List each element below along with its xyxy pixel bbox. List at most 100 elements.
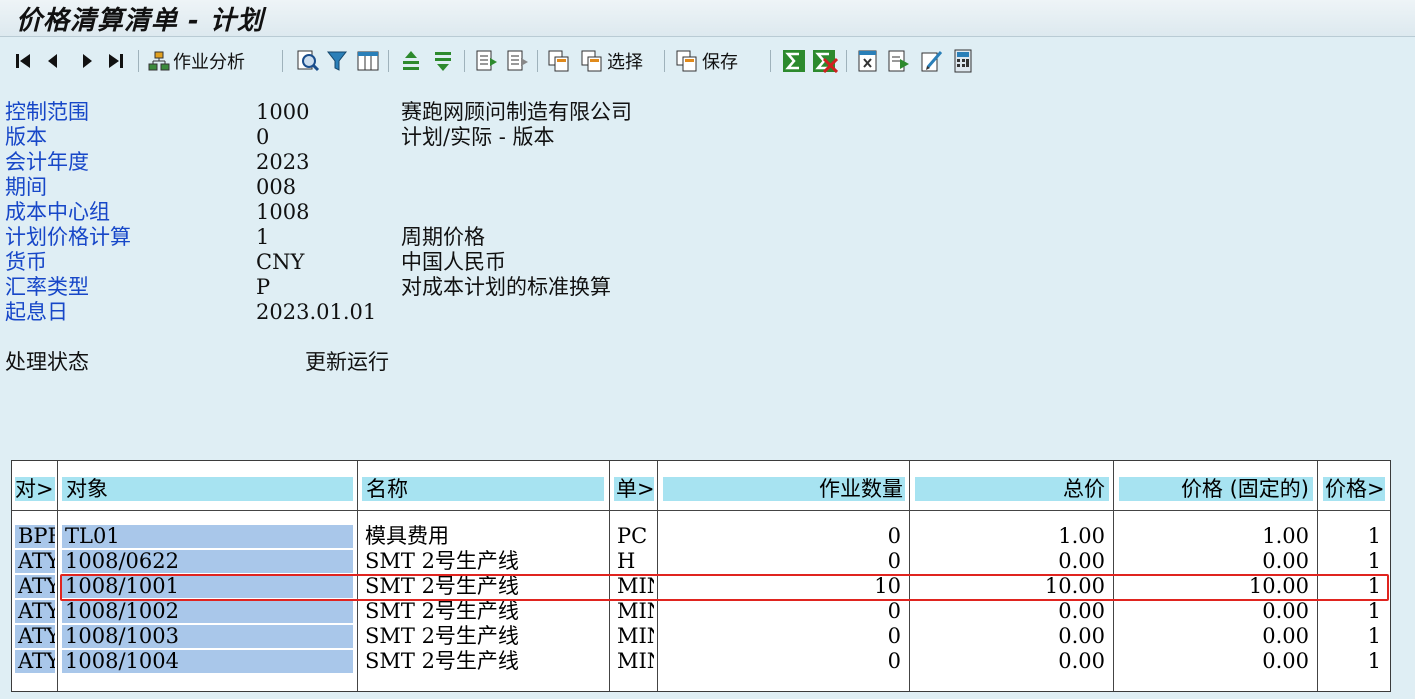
save-icon: [676, 50, 697, 72]
title-bar: 价格清算清单 - 计划: [0, 0, 1415, 37]
select-button[interactable]: 选择: [580, 49, 643, 73]
cell-price-unit[interactable]: 1: [1323, 650, 1385, 673]
cell-unit[interactable]: MIN: [614, 600, 654, 623]
header-divider: [12, 510, 1390, 511]
find-icon[interactable]: [296, 49, 320, 73]
cell-activity-quantity[interactable]: 0: [663, 550, 905, 573]
last-page-icon[interactable]: [107, 49, 125, 73]
cell-unit[interactable]: PC: [614, 525, 654, 548]
highlighted-row-frame: [60, 574, 1389, 601]
plan-price-calc-label: 计划价格计算: [5, 225, 131, 249]
sort-ascending-icon[interactable]: [400, 49, 422, 73]
exchange-rate-type-value: P: [256, 275, 271, 299]
toolbar-separator: [664, 50, 665, 72]
subtotal-icon[interactable]: [812, 49, 838, 73]
cell-fixed-price[interactable]: 0.00: [1119, 550, 1313, 573]
cell-fixed-price[interactable]: 0.00: [1119, 625, 1313, 648]
toolbar-separator: [537, 50, 538, 72]
cell-name[interactable]: SMT 2号生产线: [362, 600, 604, 623]
cell-name[interactable]: SMT 2号生产线: [362, 550, 604, 573]
expand-icon[interactable]: [474, 49, 498, 73]
cell-price-unit[interactable]: 1: [1323, 600, 1385, 623]
copy-icon[interactable]: [547, 49, 571, 73]
cell-object-type[interactable]: ATY: [15, 600, 55, 623]
column-layout-icon[interactable]: [356, 49, 380, 73]
cell-price-unit[interactable]: 1: [1323, 550, 1385, 573]
cell-unit[interactable]: MIN: [614, 650, 654, 673]
processing-status-value: 更新运行: [305, 350, 389, 374]
first-page-icon[interactable]: [14, 49, 32, 73]
filter-icon[interactable]: [326, 49, 348, 73]
cell-activity-quantity[interactable]: 0: [663, 525, 905, 548]
column-header-total-price[interactable]: 总价: [915, 477, 1109, 501]
plan-price-calc-desc: 周期价格: [401, 225, 485, 249]
cell-name[interactable]: 模具费用: [362, 525, 604, 548]
currency-desc: 中国人民币: [401, 250, 506, 274]
calculator-icon[interactable]: [952, 49, 974, 73]
edit-icon[interactable]: [920, 49, 944, 73]
plan-price-calc-value: 1: [256, 225, 270, 249]
toolbar-separator: [846, 50, 847, 72]
controlling-area-value: 1000: [256, 100, 310, 124]
previous-page-icon[interactable]: [46, 49, 60, 73]
period-value: 008: [256, 175, 297, 199]
cell-total-price[interactable]: 0.00: [915, 550, 1109, 573]
column-header-fixed-price[interactable]: 价格 (固定的): [1119, 477, 1313, 501]
cell-object[interactable]: 1008/1004: [62, 650, 353, 673]
results-grid: 对> 对象 名称 单> 作业数量 总价 价格 (固定的) 价格> BPR TL01…: [11, 460, 1391, 692]
cell-total-price[interactable]: 0.00: [915, 600, 1109, 623]
exchange-rate-type-label: 汇率类型: [5, 275, 89, 299]
cell-object-type[interactable]: ATY: [15, 625, 55, 648]
cell-object-type[interactable]: ATY: [15, 550, 55, 573]
select-icon: [581, 50, 602, 72]
column-header-name[interactable]: 名称: [362, 477, 604, 501]
cell-object-type[interactable]: ATY: [15, 575, 55, 598]
column-header-object-type[interactable]: 对>: [15, 477, 55, 501]
currency-label: 货币: [5, 250, 47, 274]
toolbar-separator: [770, 50, 771, 72]
cell-fixed-price[interactable]: 1.00: [1119, 525, 1313, 548]
column-header-activity-quantity[interactable]: 作业数量: [663, 477, 905, 501]
cell-name[interactable]: SMT 2号生产线: [362, 625, 604, 648]
cell-total-price[interactable]: 0.00: [915, 650, 1109, 673]
cell-activity-quantity[interactable]: 0: [663, 625, 905, 648]
next-page-icon[interactable]: [80, 49, 94, 73]
cell-object[interactable]: 1008/1002: [62, 600, 353, 623]
column-header-unit[interactable]: 单>: [614, 477, 654, 501]
column-header-object[interactable]: 对象: [62, 477, 353, 501]
cell-total-price[interactable]: 1.00: [915, 525, 1109, 548]
cell-object[interactable]: 1008/1003: [62, 625, 353, 648]
toolbar-separator: [464, 50, 465, 72]
column-header-price-unit[interactable]: 价格>: [1323, 477, 1385, 501]
cell-object[interactable]: TL01: [62, 525, 353, 548]
cell-activity-quantity[interactable]: 0: [663, 600, 905, 623]
cell-fixed-price[interactable]: 0.00: [1119, 600, 1313, 623]
controlling-area-desc: 赛跑网顾问制造有限公司: [401, 100, 632, 124]
cell-price-unit[interactable]: 1: [1323, 525, 1385, 548]
currency-value: CNY: [256, 250, 305, 274]
collapse-icon[interactable]: [505, 49, 529, 73]
cell-object[interactable]: 1008/0622: [62, 550, 353, 573]
window-title: 价格清算清单 - 计划: [16, 6, 264, 36]
cost-center-group-label: 成本中心组: [5, 200, 110, 224]
cell-unit[interactable]: MIN: [614, 625, 654, 648]
cell-object-type[interactable]: ATY: [15, 650, 55, 673]
export-file-icon[interactable]: [887, 49, 911, 73]
cell-total-price[interactable]: 0.00: [915, 625, 1109, 648]
toolbar: 作业分析 选择 保存: [0, 44, 1415, 78]
save-button[interactable]: 保存: [675, 49, 738, 73]
sum-icon[interactable]: [782, 49, 806, 73]
cell-price-unit[interactable]: 1: [1323, 625, 1385, 648]
activity-analysis-button[interactable]: 作业分析: [148, 49, 245, 73]
cell-object-type[interactable]: BPR: [15, 525, 55, 548]
version-label: 版本: [5, 125, 47, 149]
start-date-label: 起息日: [5, 300, 68, 324]
toolbar-separator: [388, 50, 389, 72]
cell-fixed-price[interactable]: 0.00: [1119, 650, 1313, 673]
export-excel-icon[interactable]: [856, 49, 880, 73]
cell-activity-quantity[interactable]: 0: [663, 650, 905, 673]
cell-unit[interactable]: H: [614, 550, 654, 573]
sort-descending-icon[interactable]: [432, 49, 454, 73]
toolbar-separator: [282, 50, 283, 72]
cell-name[interactable]: SMT 2号生产线: [362, 650, 604, 673]
